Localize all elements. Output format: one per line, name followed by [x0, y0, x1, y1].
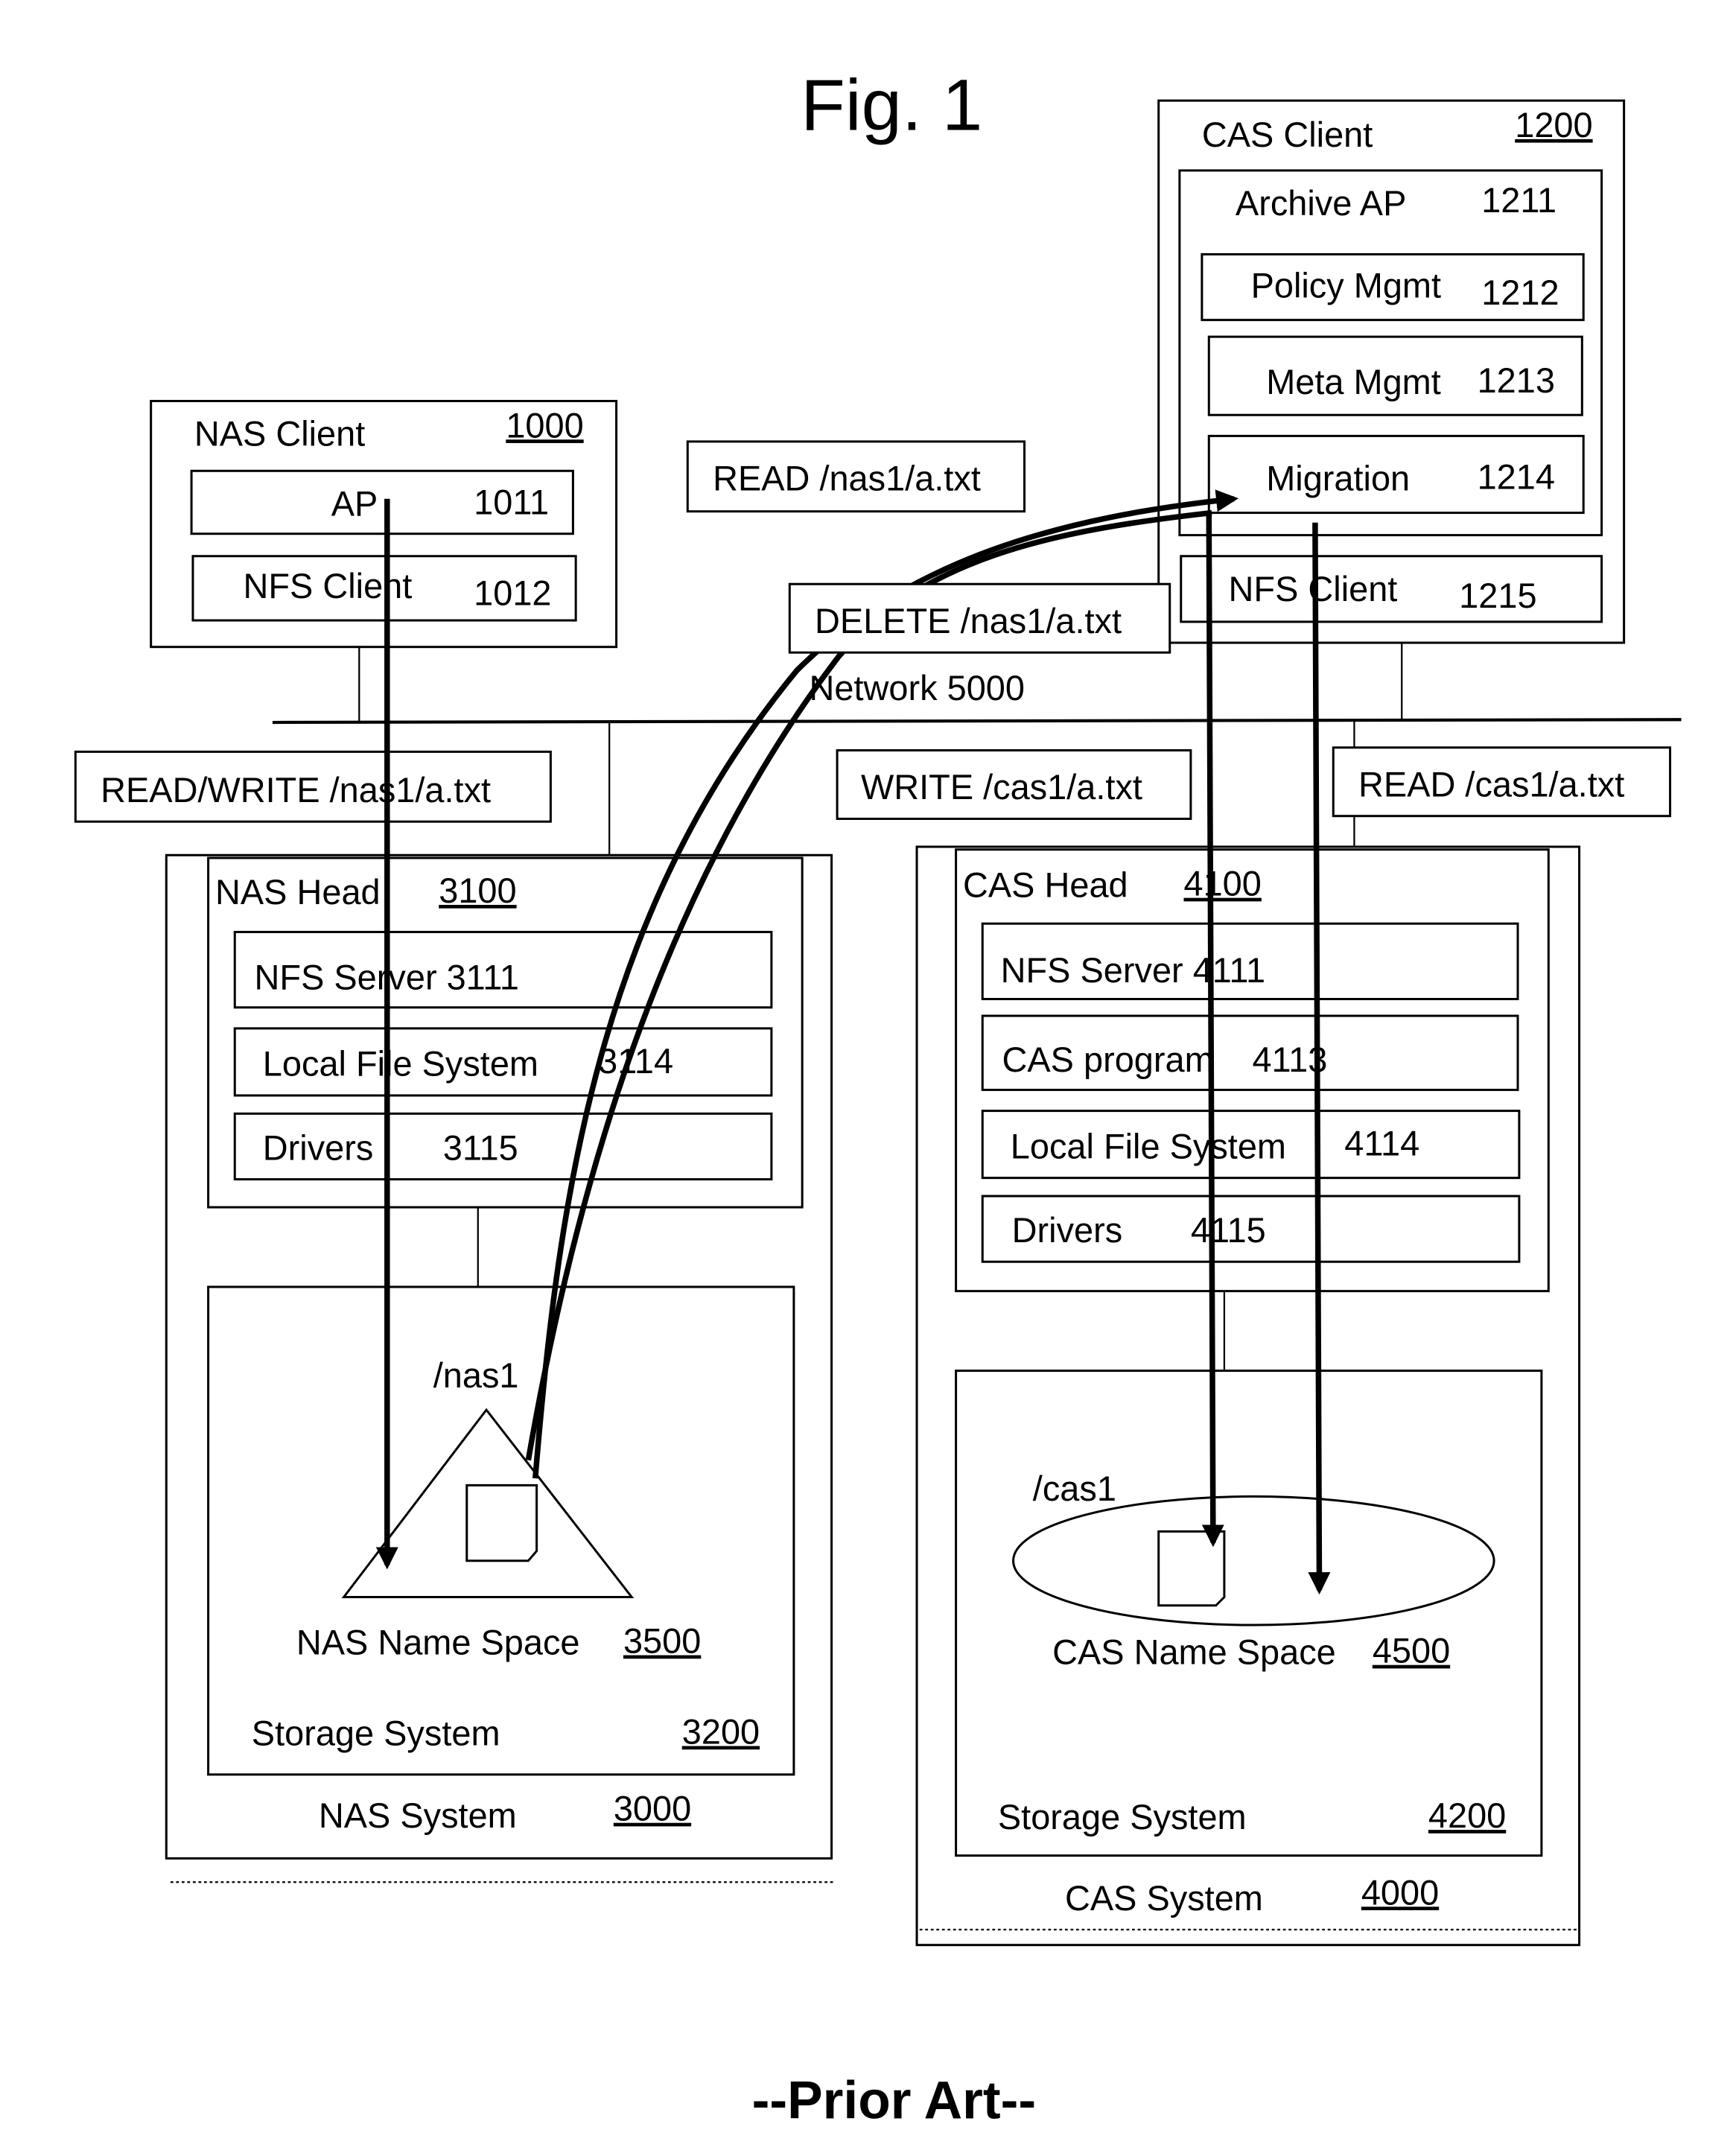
nas-system-label: NAS System: [319, 1796, 517, 1835]
nas-head-label: NAS Head: [215, 873, 381, 912]
write-cas-label: WRITE /cas1/a.txt: [861, 768, 1142, 807]
nas-file-icon[interactable]: [465, 1484, 538, 1562]
cas-mount-label: /cas1: [1033, 1469, 1116, 1508]
cas-client-label: CAS Client: [1202, 115, 1373, 154]
nas-local-fs-label: Local File System: [263, 1045, 538, 1084]
cas-system-ref: 4000: [1361, 1873, 1439, 1912]
cas-local-fs-label: Local File System: [1011, 1127, 1286, 1166]
ap-label: AP: [331, 484, 378, 523]
nas-nfs-client-ref: 1012: [474, 573, 551, 612]
cas-client: CAS Client 1200 Archive AP 1211 Policy M…: [1157, 99, 1626, 644]
cas-namespace-ref: 4500: [1373, 1632, 1450, 1670]
network-label: Network 5000: [810, 669, 1025, 707]
network-bus-line: [272, 718, 1682, 725]
migration-label: Migration: [1266, 459, 1410, 498]
nas-storage-ref: 3200: [682, 1713, 760, 1752]
prior-art-footer: --Prior Art--: [752, 2070, 1037, 2130]
nas-drivers-ref: 3115: [443, 1128, 518, 1167]
archive-ap-label: Archive AP: [1236, 184, 1406, 223]
nas-mount-label: /nas1: [433, 1356, 519, 1395]
cas-system-label: CAS System: [1065, 1879, 1263, 1918]
migration-ref: 1214: [1478, 458, 1555, 497]
cas-namespace-label: CAS Name Space: [1052, 1633, 1336, 1672]
cas-storage-label: Storage System: [998, 1798, 1247, 1837]
cas-head-ref: 4100: [1183, 865, 1261, 903]
nas-namespace-label: NAS Name Space: [296, 1623, 580, 1661]
figure-title: Fig. 1: [801, 64, 982, 145]
nas-storage-label: Storage System: [252, 1714, 500, 1752]
policy-mgmt-label: Policy Mgmt: [1251, 267, 1441, 305]
archive-ap-ref: 1211: [1481, 181, 1556, 220]
nas-client-ref: 1000: [506, 406, 583, 445]
meta-mgmt-ref: 1213: [1478, 361, 1555, 400]
meta-mgmt-label: Meta Mgmt: [1266, 363, 1441, 401]
cas-storage-ref: 4200: [1428, 1796, 1506, 1835]
nas-client-label: NAS Client: [194, 415, 365, 454]
nas-head-ref: 3100: [439, 871, 516, 910]
cas-drivers-ref: 4115: [1191, 1211, 1266, 1250]
diagram-canvas: Fig. 1 Network 5000 NAS Client 1000 AP 1…: [74, 64, 1682, 2130]
cas-nfs-server-label: NFS Server 4111: [1001, 951, 1265, 990]
delete-nas-label: DELETE /nas1/a.txt: [815, 602, 1122, 640]
nas-client: NAS Client 1000 AP 1011 NFS Client 1012: [150, 399, 618, 649]
policy-mgmt-ref: 1212: [1481, 273, 1559, 312]
read-write-nas-label: READ/WRITE /nas1/a.txt: [101, 771, 491, 810]
read-cas-label: READ /cas1/a.txt: [1358, 765, 1624, 804]
cas-storage-box: [955, 1370, 1543, 1857]
ap-ref: 1011: [474, 483, 549, 521]
cas-program-label: CAS program: [1002, 1040, 1214, 1079]
cas-head-label: CAS Head: [963, 866, 1128, 905]
cas-local-fs-ref: 4114: [1344, 1125, 1419, 1163]
read-nas-label: READ /nas1/a.txt: [713, 459, 981, 498]
nas-system: NAS Head 3100 NFS Server 3111 Local File…: [165, 853, 833, 1883]
nas-drivers-label: Drivers: [263, 1128, 374, 1167]
cas-system: CAS Head 4100 NFS Server 4111 CAS progra…: [915, 845, 1581, 1947]
nas-namespace-ref: 3500: [623, 1622, 701, 1661]
nas-system-ref: 3000: [614, 1790, 691, 1828]
cas-nfs-client-ref: 1215: [1459, 576, 1536, 615]
cas-drivers-label: Drivers: [1012, 1211, 1123, 1250]
cas-client-ref: 1200: [1515, 106, 1592, 144]
